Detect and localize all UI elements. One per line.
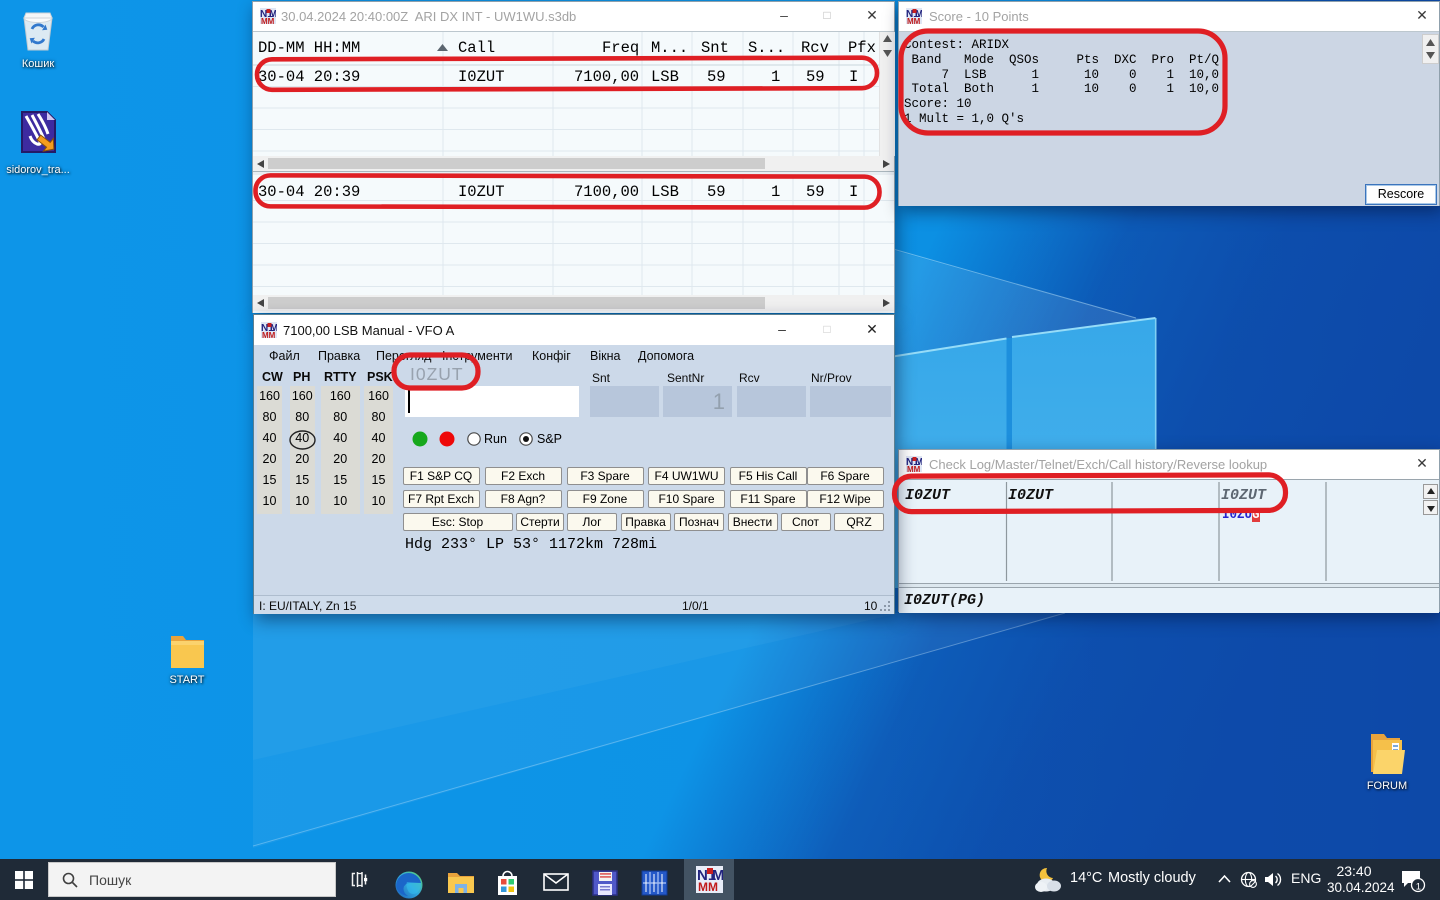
svg-text:MM: MM: [907, 465, 921, 472]
svg-text:MM: MM: [698, 880, 718, 893]
svg-text:MM: MM: [907, 17, 921, 24]
svg-text:1: 1: [1416, 882, 1421, 893]
svg-text:MM: MM: [261, 17, 275, 24]
svg-text:MM: MM: [262, 331, 276, 338]
